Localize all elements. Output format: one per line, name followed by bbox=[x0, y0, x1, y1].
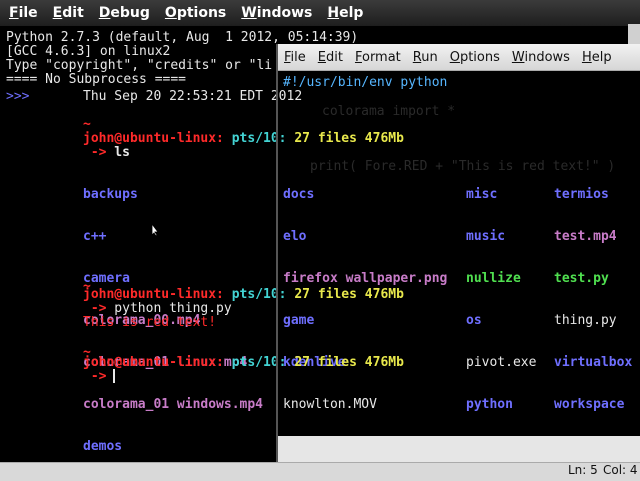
list-item: backups bbox=[83, 187, 138, 202]
menu-edit[interactable]: Edit bbox=[53, 5, 84, 21]
date-output: Thu Sep 20 22:53:21 EDT 2012 bbox=[83, 89, 303, 104]
list-item: game bbox=[283, 313, 315, 328]
list-item: test.py bbox=[554, 271, 609, 286]
prompt-arrow: -> bbox=[83, 369, 107, 384]
prompt-user: john@ubuntu-linux: bbox=[83, 287, 224, 302]
list-item: camera bbox=[83, 271, 130, 286]
editor-menu-help[interactable]: Help bbox=[582, 50, 612, 65]
editor-menu-options[interactable]: Options bbox=[450, 50, 500, 65]
list-item: os bbox=[466, 313, 482, 328]
list-item: virtualbox bbox=[554, 355, 633, 370]
list-item: nullize bbox=[466, 271, 521, 286]
prompt-size: 476Mb bbox=[356, 355, 404, 370]
editor-title-corner bbox=[628, 24, 640, 44]
shell-banner-2: [GCC 4.6.3] on linux2 bbox=[6, 44, 171, 59]
list-item: test.mp4 bbox=[554, 229, 617, 244]
cmd-line-3: -> bbox=[83, 369, 107, 384]
prompt-files: 27 files bbox=[286, 355, 357, 370]
editor-menu-windows[interactable]: Windows bbox=[512, 50, 570, 65]
editor-left-border bbox=[276, 44, 278, 462]
status-column-number: Col: 4 bbox=[603, 463, 638, 477]
list-item: music bbox=[466, 229, 506, 244]
shell-prompt: >>> bbox=[6, 89, 30, 104]
cmd-ls: ls bbox=[106, 145, 130, 160]
editor-menu-format[interactable]: Format bbox=[355, 50, 401, 65]
menu-help[interactable]: Help bbox=[327, 5, 363, 21]
list-item: knowlton.MOV bbox=[283, 397, 377, 412]
list-item: demos bbox=[83, 439, 123, 454]
mouse-cursor-icon bbox=[151, 223, 159, 237]
editor-bottom-area bbox=[278, 436, 640, 462]
shell-menubar: File Edit Debug Options Windows Help bbox=[0, 0, 640, 26]
listing-col-3: misc music nullize os pivot.exe python s… bbox=[466, 160, 536, 468]
menu-debug[interactable]: Debug bbox=[99, 5, 150, 21]
text-cursor bbox=[113, 369, 115, 383]
list-item: python bbox=[466, 397, 513, 412]
tilde-1: ~ bbox=[83, 117, 91, 132]
shell-subprocess: ==== No Subprocess ==== bbox=[6, 72, 187, 87]
prompt-arrow: -> bbox=[83, 301, 107, 316]
menu-windows[interactable]: Windows bbox=[241, 5, 312, 21]
menu-file[interactable]: File bbox=[9, 5, 38, 21]
cmd-line-2: -> python thing.py bbox=[83, 302, 232, 316]
editor-menu-run[interactable]: Run bbox=[413, 50, 438, 65]
prompt-line-2: john@ubuntu-linux: pts/10: 27 files 476M… bbox=[83, 288, 404, 302]
cmd-line-1: -> ls bbox=[83, 146, 130, 160]
red-text-output: This is red text! bbox=[83, 315, 217, 330]
list-item: pivot.exe bbox=[466, 355, 537, 370]
editor-ghost-line-1: colorama import * bbox=[322, 104, 456, 119]
prompt-line-1: john@ubuntu-linux: pts/10: 27 files 476M… bbox=[83, 132, 404, 146]
editor-menubar: File Edit Format Run Options Windows Hel… bbox=[278, 44, 640, 71]
list-item: thing.py bbox=[554, 313, 617, 328]
editor-menu-edit[interactable]: Edit bbox=[318, 50, 343, 65]
prompt-files: 27 files bbox=[286, 131, 357, 146]
editor-ghost-line-2: print( Fore.RED + "This is red text!" ) bbox=[310, 159, 616, 174]
list-item: workspace bbox=[554, 397, 625, 412]
prompt-user: john@ubuntu-linux: bbox=[83, 355, 224, 370]
listing-col-2: docs elo firefox wallpaper.png game kden… bbox=[283, 160, 447, 468]
prompt-files: 27 files bbox=[286, 287, 357, 302]
editor-menu-file[interactable]: File bbox=[284, 50, 306, 65]
prompt-user: john@ubuntu-linux: bbox=[83, 131, 224, 146]
editor-status-bar bbox=[0, 462, 640, 481]
list-item: misc bbox=[466, 187, 498, 202]
list-item: colorama_01 windows.mp4 bbox=[83, 397, 264, 412]
shell-banner-1: Python 2.7.3 (default, Aug 1 2012, 05:14… bbox=[6, 30, 359, 45]
list-item: firefox wallpaper.png bbox=[283, 271, 448, 286]
editor-shebang-line[interactable]: #!/usr/bin/env python bbox=[283, 76, 447, 90]
prompt-line-3: john@ubuntu-linux: pts/10: 27 files 476M… bbox=[83, 356, 404, 370]
status-line-number: Ln: 5 bbox=[568, 463, 598, 477]
cmd-python: python thing.py bbox=[106, 301, 232, 316]
list-item: docs bbox=[283, 187, 315, 202]
prompt-size: 476Mb bbox=[356, 287, 404, 302]
list-item: elo bbox=[283, 229, 307, 244]
listing-col-4: termios test.mp4 test.py thing.py virtua… bbox=[554, 160, 632, 426]
prompt-arrow: -> bbox=[83, 145, 107, 160]
shell-banner-3: Type "copyright", "credits" or "li bbox=[6, 58, 273, 73]
menu-options[interactable]: Options bbox=[165, 5, 226, 21]
list-item: termios bbox=[554, 187, 609, 202]
prompt-size: 476Mb bbox=[356, 131, 404, 146]
list-item: c++ bbox=[83, 229, 107, 244]
